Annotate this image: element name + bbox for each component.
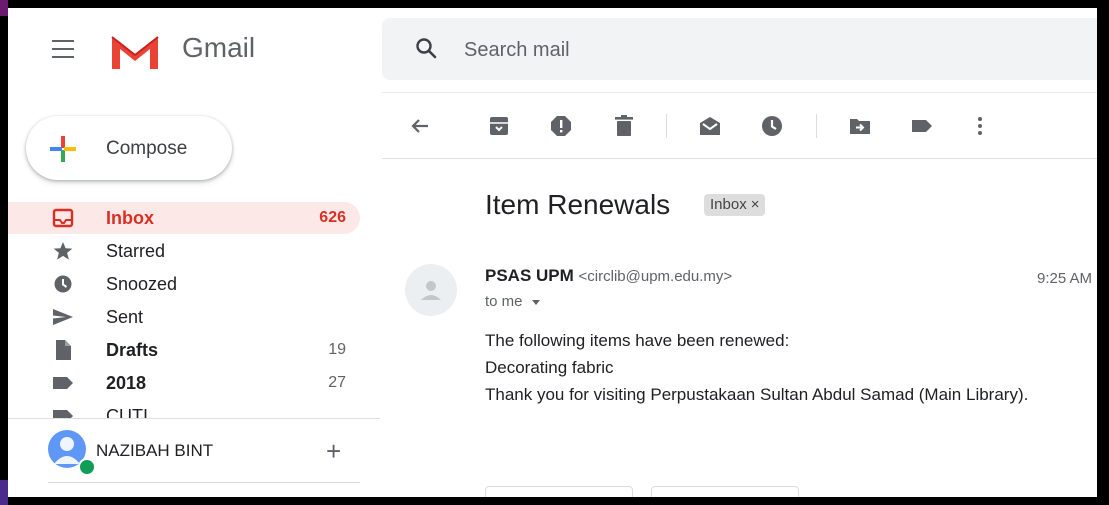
sidebar-item-label: 2018 <box>106 373 147 393</box>
label-badge[interactable]: Inbox × <box>704 194 766 216</box>
add-icon[interactable]: + <box>326 436 341 467</box>
compose-button[interactable]: Compose <box>26 116 232 180</box>
more-vert-icon[interactable] <box>968 114 992 138</box>
sidebar-item-label: Drafts <box>106 340 159 360</box>
toolbar-separator <box>666 114 667 138</box>
remove-label-button[interactable]: × <box>751 196 760 213</box>
menu-bar <box>52 48 74 50</box>
delete-icon[interactable] <box>612 114 636 138</box>
sidebar-item-label: Inbox <box>106 208 154 228</box>
sender-avatar[interactable] <box>405 264 457 316</box>
sidebar-item-starred[interactable]: Starred <box>8 235 360 267</box>
gmail-logo-icon[interactable] <box>108 31 162 76</box>
sidebar-item-count: 19 <box>328 341 346 358</box>
online-status-badge <box>78 458 96 476</box>
sidebar-item-2018[interactable]: 2018 27 <box>8 367 360 399</box>
main-menu-button[interactable] <box>52 40 74 60</box>
snooze-icon[interactable] <box>760 114 784 138</box>
sidebar-item-count: 27 <box>328 374 346 391</box>
menu-bar <box>52 56 74 58</box>
sidebar-item-count: 626 <box>319 209 346 226</box>
sender-name[interactable]: PSAS UPM <circlib@upm.edu.my> <box>485 266 732 286</box>
star-icon <box>53 242 73 260</box>
mark-unread-icon[interactable] <box>698 114 722 138</box>
send-icon <box>53 309 73 325</box>
sidebar-item-label: Snoozed <box>106 274 178 294</box>
compose-label: Compose <box>106 138 188 159</box>
gmail-window: Gmail Compose Inbox 626 Starred Snoozed <box>8 8 1097 497</box>
sidebar-item-label: Sent <box>106 307 144 327</box>
divider <box>382 92 1097 93</box>
sidebar-item-label: Starred <box>106 241 166 261</box>
sidebar-item-drafts[interactable]: Drafts 19 <box>8 334 360 366</box>
person-icon <box>421 281 441 300</box>
recipient-text: to me <box>485 293 523 310</box>
divider <box>8 418 380 419</box>
compose-plus-icon <box>50 136 76 162</box>
app-name: Gmail <box>182 32 256 63</box>
menu-bar <box>52 40 74 42</box>
labels-icon[interactable] <box>910 114 934 138</box>
caret-down-icon <box>531 300 540 306</box>
divider <box>382 158 1097 159</box>
archive-icon[interactable] <box>487 114 511 138</box>
sidebar-item-cuti[interactable]: CUTI <box>8 400 360 418</box>
email-body-line: Thank you for visiting Perpustakaan Sult… <box>485 385 1029 404</box>
corner-decoration <box>0 480 8 505</box>
recipient-details-toggle[interactable]: to me <box>485 293 542 310</box>
divider <box>48 482 360 483</box>
sidebar-item-snoozed[interactable]: Snoozed <box>8 268 360 300</box>
draft-icon <box>56 340 71 360</box>
email-subject: Item Renewals <box>485 189 671 220</box>
corner-decoration <box>0 0 8 16</box>
sidebar-item-label: CUTI <box>106 406 148 418</box>
sidebar-item-inbox[interactable]: Inbox 626 <box>8 202 360 234</box>
clock-icon <box>54 275 72 293</box>
inbox-icon <box>52 208 74 228</box>
back-arrow-icon[interactable] <box>408 114 432 138</box>
hangouts-account[interactable]: NAZIBAH BINT + <box>8 422 380 497</box>
label-badge-text: Inbox <box>710 196 747 213</box>
forward-button[interactable] <box>651 486 799 497</box>
header: Gmail <box>8 8 1097 92</box>
search-bar[interactable] <box>382 18 1097 80</box>
reply-button[interactable] <box>485 486 633 497</box>
email-body-line: The following items have been renewed: <box>485 331 790 350</box>
toolbar-separator <box>816 114 817 138</box>
move-to-icon[interactable] <box>848 114 872 138</box>
search-input[interactable] <box>462 38 966 63</box>
search-icon[interactable] <box>414 36 438 60</box>
email-body-line: Decorating fabric <box>485 358 614 377</box>
label-icon <box>53 377 73 389</box>
account-name: NAZIBAH BINT <box>96 441 214 460</box>
sender-email: <circlib@upm.edu.my> <box>578 268 733 285</box>
label-icon <box>53 410 73 418</box>
email-time: 9:25 AM <box>1037 270 1093 287</box>
report-spam-icon[interactable] <box>549 114 573 138</box>
sidebar-item-sent[interactable]: Sent <box>8 301 360 333</box>
sender-display-name: PSAS UPM <box>485 266 574 285</box>
